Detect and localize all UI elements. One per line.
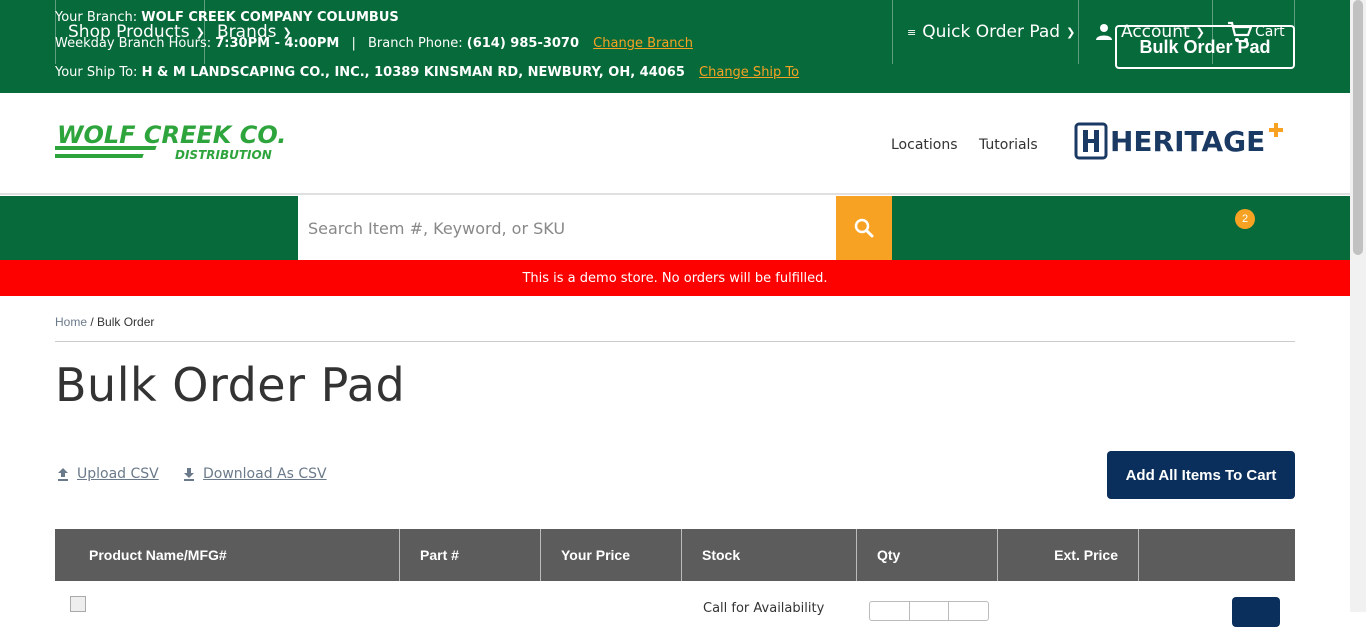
list-icon: ≡: [907, 25, 917, 39]
download-csv-label: Download As CSV: [203, 466, 327, 482]
upload-csv-link[interactable]: Upload CSV: [57, 466, 159, 482]
increment-button[interactable]: [949, 602, 988, 620]
chevron-down-icon: ❯: [282, 25, 292, 39]
heritage-text: HERITAGE: [1110, 125, 1265, 158]
wolf-creek-logo[interactable]: WOLF CREEK CO. DISTRIBUTION: [42, 121, 300, 170]
download-icon: [184, 468, 194, 481]
column-header-ext-price: Ext. Price: [998, 529, 1139, 581]
upload-csv-label: Upload CSV: [77, 466, 159, 482]
breadcrumb-separator: /: [90, 315, 94, 329]
nav-brands-label: Brands: [217, 22, 277, 42]
logo-sub-text: DISTRIBUTION: [175, 148, 272, 162]
heritage-logo-graphic: HERITAGE: [1074, 122, 1283, 160]
breadcrumb-home[interactable]: Home: [55, 315, 87, 329]
nav-account-label: Account: [1121, 22, 1190, 42]
shipto-line: Your Ship To: H & M LANDSCAPING CO., INC…: [55, 65, 799, 80]
phone-label: Branch Phone:: [367, 36, 463, 51]
search-box: [298, 196, 836, 260]
stock-status: Call for Availability: [703, 601, 825, 616]
scrollbar-thumb[interactable]: [1353, 0, 1363, 255]
column-header-product: Product Name/MFG#: [55, 529, 400, 581]
column-header-part: Part #: [400, 529, 541, 581]
row-action-button[interactable]: [1232, 597, 1280, 627]
nav-shop-products[interactable]: Shop Products ❯: [55, 0, 205, 64]
product-image: [70, 596, 86, 612]
site-header: WOLF CREEK CO. DISTRIBUTION Locations Tu…: [0, 93, 1350, 195]
scrollbar[interactable]: [1350, 0, 1366, 612]
change-branch-link[interactable]: Change Branch: [593, 36, 693, 51]
chevron-down-icon: ❯: [1195, 25, 1205, 39]
divider: [55, 341, 1295, 342]
search-icon: [854, 218, 874, 238]
search-input[interactable]: [298, 196, 836, 260]
table-header: Product Name/MFG# Part # Your Price Stoc…: [55, 529, 1295, 581]
wolf-creek-logo-graphic: WOLF CREEK CO. DISTRIBUTION: [42, 121, 286, 162]
locations-link[interactable]: Locations: [891, 137, 958, 153]
heritage-logo[interactable]: HERITAGE: [1074, 121, 1289, 168]
user-icon: [1096, 24, 1112, 40]
nav-quick-order-label: Quick Order Pad: [922, 22, 1061, 42]
breadcrumb: Home / Bulk Order: [55, 315, 154, 329]
table-row: Call for Availability: [55, 581, 1295, 627]
shipto-value: H & M LANDSCAPING CO., INC., 10389 KINSM…: [141, 65, 685, 80]
header-links: Locations Tutorials: [891, 137, 1055, 153]
nav-cart[interactable]: Cart: [1212, 0, 1295, 64]
page-title: Bulk Order Pad: [55, 358, 406, 412]
cart-icon: [1228, 21, 1253, 42]
shipto-label: Your Ship To:: [55, 65, 138, 80]
quantity-input[interactable]: [910, 602, 950, 620]
column-header-qty: Qty: [857, 529, 998, 581]
separator: |: [351, 36, 356, 51]
nav-account[interactable]: Account ❯: [1078, 0, 1213, 64]
breadcrumb-current: Bulk Order: [97, 315, 155, 329]
nav-cart-label: Cart: [1255, 24, 1285, 40]
decrement-button[interactable]: [870, 602, 910, 620]
tutorials-link[interactable]: Tutorials: [979, 137, 1038, 153]
phone-value: (614) 985-3070: [466, 36, 580, 51]
column-header-price: Your Price: [541, 529, 682, 581]
nav-shop-products-label: Shop Products: [68, 22, 190, 42]
nav-brands[interactable]: Brands ❯: [204, 0, 298, 64]
logo-main-text: WOLF CREEK CO.: [57, 123, 286, 149]
download-csv-link[interactable]: Download As CSV: [183, 466, 327, 482]
upload-icon: [58, 468, 68, 481]
demo-store-banner: This is a demo store. No orders will be …: [0, 260, 1350, 296]
nav-quick-order-pad[interactable]: ≡ Quick Order Pad ❯: [892, 0, 1079, 64]
search-button[interactable]: [836, 196, 892, 260]
change-shipto-link[interactable]: Change Ship To: [699, 65, 799, 80]
quantity-stepper[interactable]: [869, 601, 989, 621]
add-all-to-cart-button[interactable]: Add All Items To Cart: [1107, 451, 1295, 499]
column-header-stock: Stock: [682, 529, 857, 581]
cart-count-badge: 2: [1235, 209, 1255, 229]
chevron-down-icon: ❯: [1066, 25, 1076, 39]
